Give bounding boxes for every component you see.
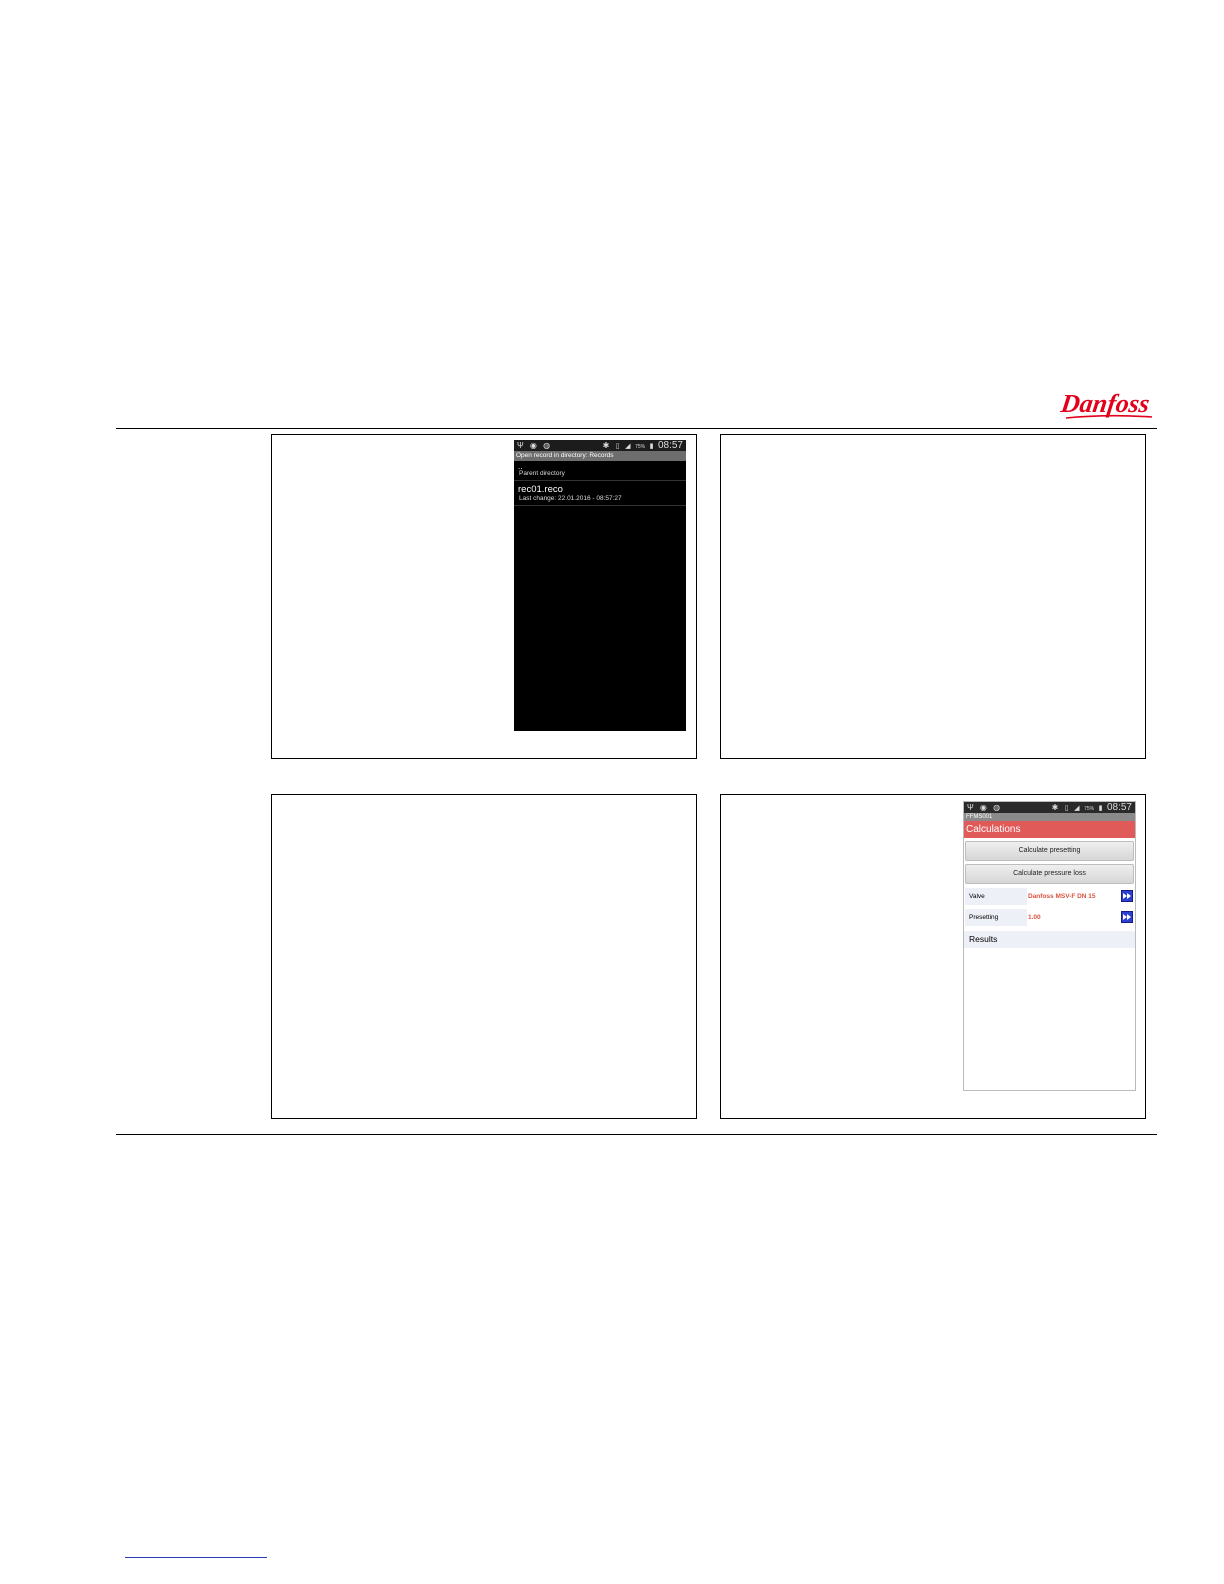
- status-notification-icons: Ψ ◉ ◍: [517, 441, 553, 450]
- signal-icon: ◢: [1074, 805, 1080, 812]
- calculate-pressure-loss-button[interactable]: Calculate pressure loss: [965, 864, 1134, 884]
- list-item-name: rec01.reco: [518, 484, 563, 495]
- nfc-icon: ▯: [1064, 805, 1069, 812]
- screen-title: Calculations: [964, 821, 1135, 838]
- list-item-detail: Last change: 22.01.2016 - 08:57:27: [519, 495, 622, 502]
- results-header: Results: [964, 931, 1135, 948]
- phone-screen-calculations: Ψ ◉ ◍ ✱ ▯ ◢ 75% ▮ 08:57 FFMS001 Calculat…: [963, 801, 1136, 1091]
- presetting-label: Presetting: [965, 909, 1027, 926]
- list-item-detail: Parent directory: [519, 470, 565, 477]
- bluetooth-icon: ✱: [1051, 803, 1059, 812]
- danfoss-logo: Danfoss: [1058, 389, 1153, 419]
- figure-panel-empty-1: [720, 434, 1146, 759]
- battery-percent: 75%: [1084, 806, 1095, 812]
- list-item-parent-directory[interactable]: .. Parent directory: [514, 461, 686, 481]
- battery-icon: ▮: [1098, 805, 1103, 812]
- valve-forward-icon[interactable]: [1121, 890, 1133, 902]
- status-bar: Ψ ◉ ◍ ✱ ▯ ◢ 75% ▮ 08:57: [514, 440, 686, 451]
- list-item-record-file[interactable]: rec01.reco Last change: 22.01.2016 - 08:…: [514, 481, 686, 506]
- status-clock: 08:57: [657, 440, 683, 451]
- bluetooth-icon: ✱: [602, 441, 610, 450]
- presetting-row: Presetting 1.00: [964, 909, 1135, 926]
- presetting-forward-icon[interactable]: [1121, 911, 1133, 923]
- status-bar: Ψ ◉ ◍ ✱ ▯ ◢ 75% ▮ 08:57: [964, 802, 1135, 813]
- presetting-value: 1.00: [1028, 914, 1041, 921]
- signal-icon: ◢: [625, 443, 631, 450]
- footer-link-underline[interactable]: [125, 1557, 267, 1558]
- figure-panel-calculations: Ψ ◉ ◍ ✱ ▯ ◢ 75% ▮ 08:57 FFMS001 Calculat…: [720, 794, 1146, 1119]
- phone-screen-file-browser: Ψ ◉ ◍ ✱ ▯ ◢ 75% ▮ 08:57 Open record in d…: [514, 440, 686, 731]
- figure-panel-empty-2: [271, 794, 697, 1119]
- valve-row: Valve Danfoss MSV-F DN 15: [964, 888, 1135, 905]
- valve-value: Danfoss MSV-F DN 15: [1028, 893, 1096, 900]
- valve-label: Valve: [965, 888, 1027, 905]
- figure-panel-open-record: Ψ ◉ ◍ ✱ ▯ ◢ 75% ▮ 08:57 Open record in d…: [271, 434, 697, 759]
- battery-percent: 75%: [635, 444, 646, 450]
- nfc-icon: ▯: [615, 443, 620, 450]
- calculate-presetting-button[interactable]: Calculate presetting: [965, 841, 1134, 861]
- status-clock: 08:57: [1106, 802, 1132, 813]
- status-notification-icons: Ψ ◉ ◍: [967, 803, 1003, 812]
- svg-text:Danfoss: Danfoss: [1058, 389, 1151, 418]
- footer-rule: [116, 1134, 1157, 1135]
- battery-icon: ▮: [649, 443, 654, 450]
- header-rule: [116, 428, 1157, 429]
